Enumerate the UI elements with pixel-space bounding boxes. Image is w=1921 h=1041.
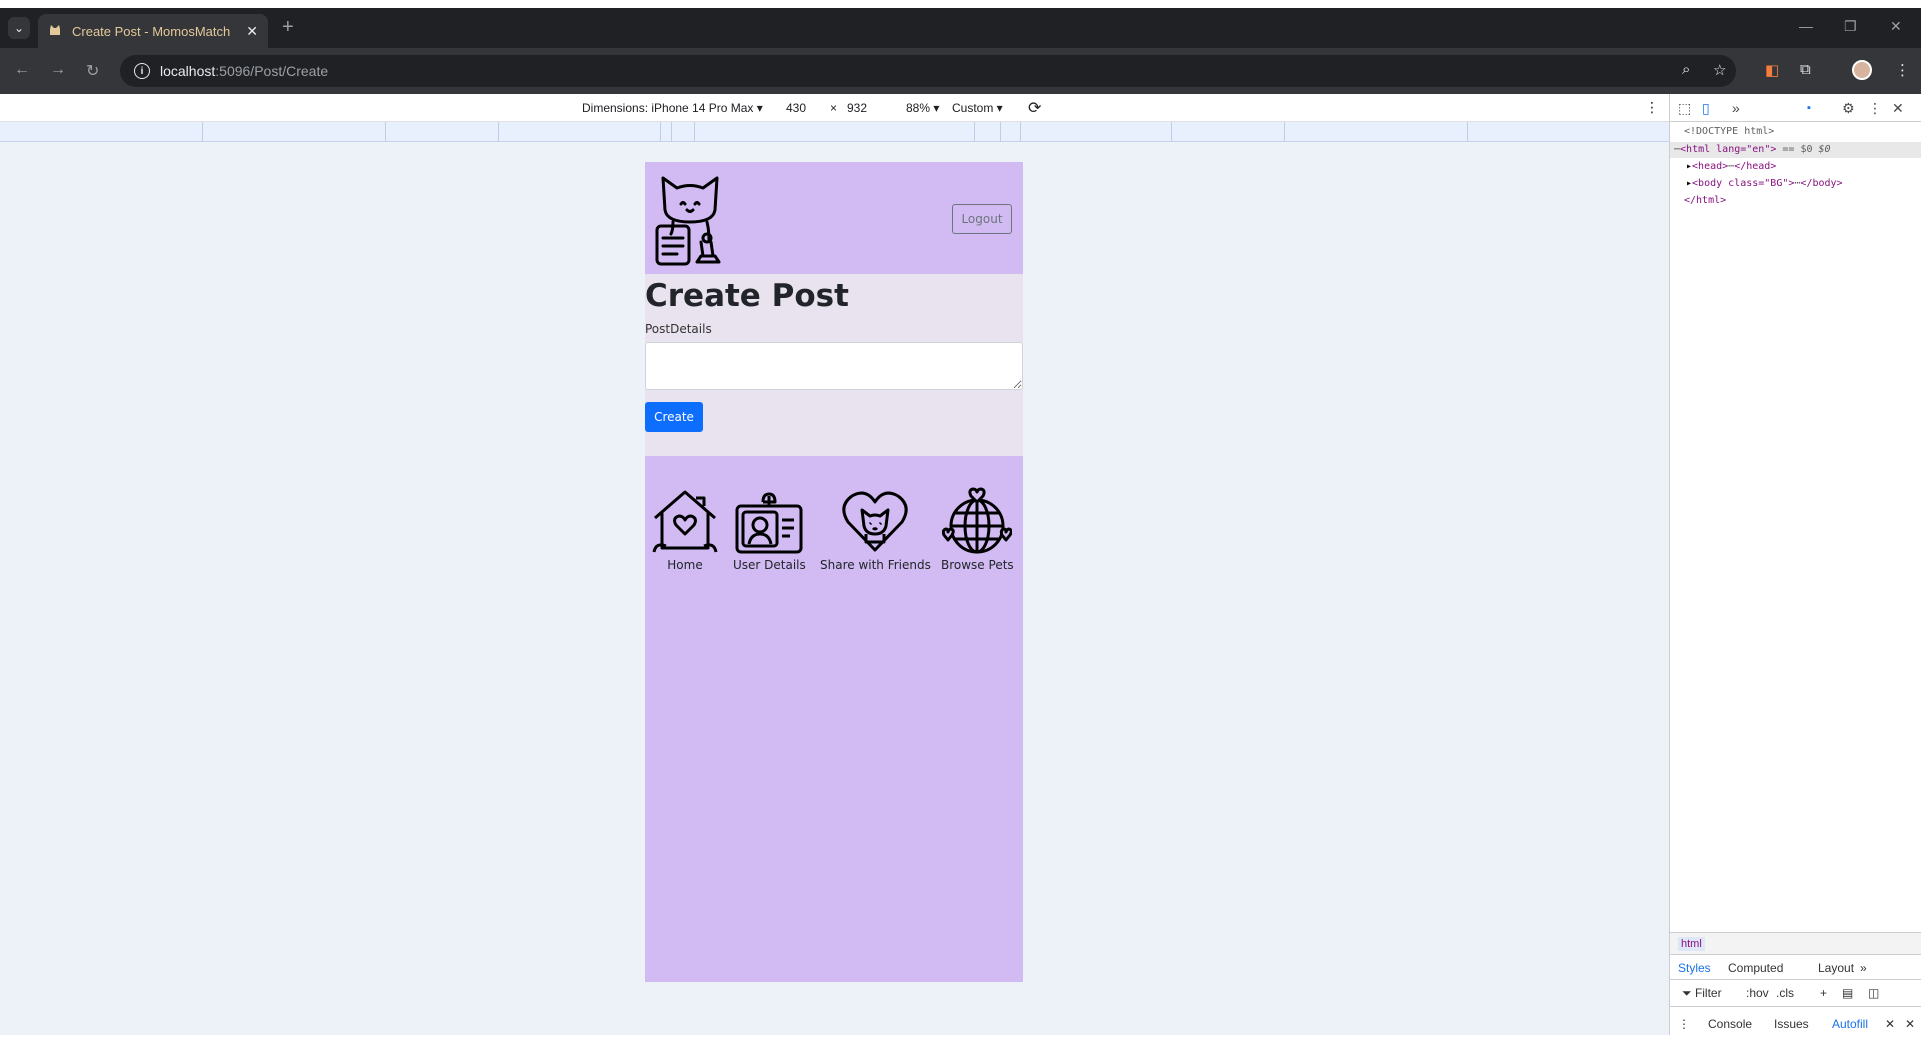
create-post-form: Create Post PostDetails Create <box>645 274 1023 456</box>
styles-tabbar: Styles Computed Layout » <box>1670 954 1921 980</box>
heart-cat-icon <box>842 491 909 552</box>
tab-computed[interactable]: Computed <box>1728 961 1783 975</box>
close-drawer-icon[interactable]: ✕ <box>1905 1017 1915 1031</box>
forward-icon[interactable]: → <box>50 61 66 79</box>
devtools-panel: ⬚ ▯ » ▪ ⚙ ⋮ ✕ <!DOCTYPE html> ⋯<html lan… <box>1669 94 1921 1041</box>
hov-toggle[interactable]: :hov <box>1746 986 1769 1000</box>
tab-styles[interactable]: Styles <box>1678 961 1711 975</box>
rotate-icon[interactable]: ⟳ <box>1028 98 1041 118</box>
close-window-icon[interactable]: ✕ <box>1890 18 1902 35</box>
extension-icon[interactable]: ◧ <box>1765 61 1779 79</box>
tab-layout[interactable]: Layout <box>1818 961 1854 975</box>
site-info-icon[interactable]: i <box>134 63 150 79</box>
device-dimensions-select[interactable]: Dimensions: iPhone 14 Pro Max ▾ <box>582 101 763 115</box>
active-tab[interactable]: Create Post - MomosMatch ✕ <box>38 14 268 48</box>
minimize-icon[interactable]: — <box>1799 18 1813 34</box>
styles-filter-bar: ⏷ Filter :hov .cls + ▤ ◫ <box>1670 980 1921 1006</box>
url-host: localhost <box>160 63 216 79</box>
footer-nav: Home User Details Share with Friends Bro… <box>645 456 1023 982</box>
url-path: :5096/Post/Create <box>215 63 329 79</box>
post-details-label: PostDetails <box>645 322 712 336</box>
devtools-menu-icon[interactable]: ⋮ <box>1868 100 1882 117</box>
device-name: Dimensions: iPhone 14 Pro Max <box>582 101 754 115</box>
cat-mascot-logo-icon <box>655 176 721 266</box>
cls-toggle[interactable]: .cls <box>1776 986 1794 1000</box>
device-toolbar: Dimensions: iPhone 14 Pro Max ▾ 430 × 93… <box>0 94 1669 122</box>
profile-avatar[interactable] <box>1852 60 1872 80</box>
filter-input[interactable]: ⏷ Filter <box>1682 986 1722 1001</box>
house-heart-icon <box>652 490 718 553</box>
device-more-icon[interactable]: ⋮ <box>1645 99 1659 116</box>
nav-label-user-details: User Details <box>733 558 806 572</box>
nav-item-user-details[interactable]: User Details <box>733 486 806 572</box>
logout-button[interactable]: Logout <box>952 204 1012 234</box>
browser-menu-icon[interactable]: ⋮ <box>1895 61 1910 79</box>
tab-strip: ⌄ Create Post - MomosMatch ✕ + — ❐ ✕ <box>0 8 1921 48</box>
post-details-input[interactable] <box>645 342 1023 390</box>
more-tabs-icon[interactable]: » <box>1860 961 1867 975</box>
page-title: Create Post <box>645 278 849 314</box>
extensions-puzzle-icon[interactable]: ⧉ <box>1800 61 1811 78</box>
address-bar[interactable]: i localhost :5096/Post/Create <box>120 55 1736 87</box>
new-rule-icon[interactable]: + <box>1820 986 1827 1000</box>
back-icon[interactable]: ← <box>14 61 30 79</box>
reload-icon[interactable]: ↻ <box>86 61 99 81</box>
close-autofill-icon[interactable]: ✕ <box>1885 1017 1895 1031</box>
device-height-input[interactable]: 932 <box>847 101 867 115</box>
drawer-tab-console[interactable]: Console <box>1708 1017 1752 1031</box>
tab-search-button[interactable]: ⌄ <box>8 17 30 39</box>
device-toggle-icon[interactable]: ▯ <box>1702 100 1710 117</box>
browser-toolbar: ← → ↻ i localhost :5096/Post/Create ⌕ ☆ … <box>0 48 1921 94</box>
breadcrumb-html[interactable]: html <box>1678 937 1705 951</box>
zoom-select[interactable]: 88% ▾ <box>906 101 939 115</box>
devtools-settings-icon[interactable]: ⚙ <box>1842 100 1855 117</box>
globe-heart-icon <box>942 487 1013 554</box>
dimension-times: × <box>830 101 838 115</box>
id-card-icon <box>735 492 803 554</box>
drawer-menu-icon[interactable]: ⋮ <box>1678 1017 1690 1031</box>
new-tab-button[interactable]: + <box>282 17 294 37</box>
sidebar-toggle-icon[interactable]: ◫ <box>1868 986 1879 1000</box>
bookmark-star-icon[interactable]: ☆ <box>1713 61 1726 79</box>
tab-title: Create Post - MomosMatch <box>72 23 231 39</box>
cat-favicon-icon <box>48 24 62 38</box>
nav-item-browse-pets[interactable]: Browse Pets <box>941 486 1014 572</box>
throttle-value: Custom <box>952 101 994 115</box>
window-bottom-edge <box>0 1035 1921 1041</box>
dom-html-node[interactable]: ⋯<html lang="en"> == $0 $0 <box>1674 144 1831 155</box>
dom-html-close: </html> <box>1684 195 1727 206</box>
create-button[interactable]: Create <box>645 402 703 432</box>
nav-label-browse-pets: Browse Pets <box>941 558 1014 572</box>
dom-head-node[interactable]: ▸<head>⋯</head> <box>1686 161 1776 172</box>
devtools-toolbar: ⬚ ▯ » ▪ ⚙ ⋮ ✕ <box>1670 94 1921 122</box>
emulated-page: Logout Create Post PostDetails Create Ho… <box>645 162 1023 982</box>
dom-breadcrumb: html <box>1670 932 1921 954</box>
drawer-tab-issues[interactable]: Issues <box>1774 1017 1809 1031</box>
more-panels-icon[interactable]: » <box>1732 100 1740 116</box>
media-query-ruler <box>0 122 1669 142</box>
paint-icon[interactable]: ▤ <box>1842 986 1853 1000</box>
throttle-select[interactable]: Custom ▾ <box>952 101 1003 115</box>
zoom-icon[interactable]: ⌕ <box>1682 61 1690 78</box>
restore-icon[interactable]: ❐ <box>1844 18 1857 35</box>
dom-body-node[interactable]: ▸<body class="BG">⋯</body> <box>1686 178 1843 189</box>
nav-label-share-with-friends: Share with Friends <box>820 558 931 572</box>
site-header: Logout <box>645 162 1023 274</box>
window-top-edge <box>0 0 1921 8</box>
nav-item-home[interactable]: Home <box>650 486 720 572</box>
drawer-tab-autofill[interactable]: Autofill <box>1832 1017 1868 1031</box>
zoom-value: 88% <box>906 101 931 115</box>
tab-close-icon[interactable]: ✕ <box>246 23 258 40</box>
device-width-input[interactable]: 430 <box>786 101 806 115</box>
close-devtools-icon[interactable]: ✕ <box>1892 100 1904 117</box>
issues-badge-icon[interactable]: ▪ <box>1807 102 1811 114</box>
dom-doctype[interactable]: <!DOCTYPE html> <box>1684 126 1774 137</box>
nav-item-share-with-friends[interactable]: Share with Friends <box>820 486 931 572</box>
nav-label-home: Home <box>667 558 703 572</box>
inspect-element-icon[interactable]: ⬚ <box>1678 100 1691 117</box>
